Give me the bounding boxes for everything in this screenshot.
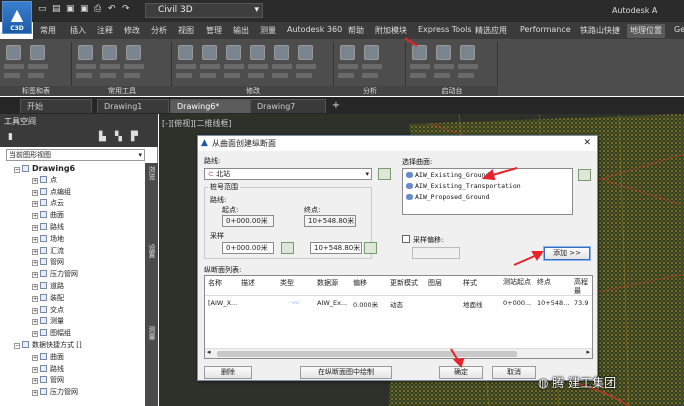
- arrow-head-add: [531, 251, 544, 261]
- wechat-icon: ◍: [538, 376, 553, 390]
- arrow-ribbon: [404, 37, 418, 47]
- arrow-to-add: [513, 254, 538, 266]
- watermark-text: 腾 建工集团: [552, 376, 617, 390]
- watermark: ◍ 腾 建工集团: [538, 374, 616, 391]
- annotation-arrows: [404, 37, 544, 368]
- arrow-head-surface: [481, 169, 496, 181]
- arrow-head-ok: [452, 357, 465, 368]
